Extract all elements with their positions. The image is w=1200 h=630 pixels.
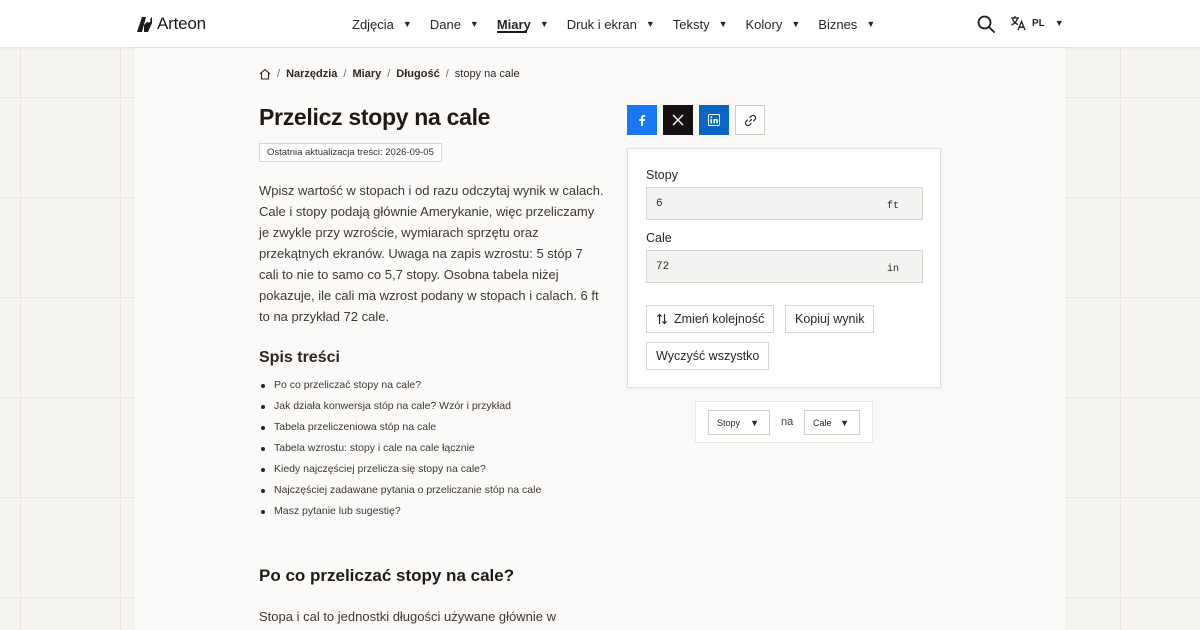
caret-down-icon: ▼: [791, 19, 801, 29]
nav-item-miary[interactable]: Miary ▼: [496, 0, 549, 48]
breadcrumb-separator: /: [387, 68, 391, 80]
breadcrumb: / Narzędzia / Miary / Długość / stopy na…: [259, 68, 520, 80]
caret-down-icon: ▼: [840, 417, 849, 428]
section-heading: Po co przeliczać stopy na cale?: [259, 566, 515, 585]
swap-order-button[interactable]: Zmień kolejność: [646, 305, 775, 333]
toc-item[interactable]: Kiedy najczęściej przelicza się stopy na…: [259, 459, 604, 480]
link-icon: [744, 114, 756, 126]
caret-down-icon: ▼: [750, 417, 759, 428]
section-paragraph: Stopa i cal to jednostki długości używan…: [259, 609, 557, 624]
swap-arrows-icon: [656, 313, 668, 325]
breadcrumb-item[interactable]: Długość: [396, 68, 439, 80]
nav-item-label: Miary: [496, 16, 531, 32]
translate-icon: [1011, 16, 1026, 31]
inches-unit-label: in: [886, 264, 899, 275]
toc-title: Spis treści: [259, 349, 340, 366]
inches-input[interactable]: 72 in: [646, 250, 923, 283]
nav-item-zdjecia[interactable]: Zdjęcia ▼: [352, 0, 412, 48]
caret-down-icon: ▼: [645, 19, 655, 29]
toc-item[interactable]: Tabela przeliczeniowa stóp na cale: [259, 417, 604, 438]
share-bar: [627, 105, 765, 135]
copy-result-button[interactable]: Kopiuj wynik: [785, 305, 875, 333]
linkedin-icon: [708, 114, 720, 126]
nav-item-kolory[interactable]: Kolory ▼: [746, 0, 801, 48]
caret-down-icon: ▼: [718, 19, 728, 29]
share-facebook-button[interactable]: [627, 105, 657, 135]
to-unit-select[interactable]: Cale ▼: [804, 410, 860, 435]
from-unit-select[interactable]: Stopy ▼: [708, 410, 770, 435]
content-card: / Narzędzia / Miary / Długość / stopy na…: [134, 48, 1066, 630]
share-linkedin-button[interactable]: [699, 105, 729, 135]
breadcrumb-separator: /: [343, 68, 347, 80]
intro-paragraph: Wpisz wartość w stopach i od razu odczyt…: [259, 183, 604, 324]
nav-item-label: Dane: [429, 16, 461, 32]
unit-selector-bar: Stopy ▼ na Cale ▼: [695, 401, 873, 443]
nav-item-teksty[interactable]: Teksty ▼: [673, 0, 728, 48]
facebook-icon: [639, 115, 646, 126]
home-icon[interactable]: [259, 68, 271, 80]
language-code: PL: [1032, 17, 1045, 29]
feet-input[interactable]: 6 ft: [646, 187, 923, 220]
toc-item[interactable]: Najczęściej zadawane pytania o przelicza…: [259, 480, 604, 501]
caret-down-icon: ▼: [539, 19, 549, 29]
table-of-contents: Po co przeliczać stopy na cale? Jak dzia…: [259, 375, 604, 522]
from-field-label: Stopy: [646, 168, 678, 182]
top-header: Arteon Zdjęcia ▼ Dane ▼ Miary ▼ Druk i e…: [0, 0, 1200, 48]
from-unit-value: Stopy: [717, 417, 741, 428]
nav-item-druk-i-ekran[interactable]: Druk i ekran ▼: [567, 0, 655, 48]
breadcrumb-separator: /: [277, 68, 281, 80]
to-field-label: Cale: [646, 231, 672, 245]
breadcrumb-item[interactable]: Narzędzia: [286, 68, 337, 80]
search-icon: [977, 15, 995, 33]
main-nav: Zdjęcia ▼ Dane ▼ Miary ▼ Druk i ekran ▼ …: [352, 0, 893, 48]
feet-input-value: 6: [656, 198, 663, 210]
unit-connector: na: [781, 416, 794, 428]
copy-result-label: Kopiuj wynik: [795, 312, 865, 326]
nav-item-label: Zdjęcia: [352, 16, 394, 32]
x-icon: [672, 114, 684, 126]
clear-all-label: Wyczyść wszystko: [656, 349, 760, 363]
inches-input-value: 72: [656, 261, 670, 273]
feet-unit-label: ft: [886, 201, 899, 212]
nav-item-label: Biznes: [818, 16, 858, 32]
search-button[interactable]: [976, 14, 996, 34]
toc-item[interactable]: Jak działa konwersja stóp na cale? Wzór …: [259, 396, 604, 417]
nav-item-label: Druk i ekran: [566, 16, 637, 32]
breadcrumb-current: stopy na cale: [454, 68, 520, 80]
brand-name: Arteon: [157, 14, 206, 33]
language-selector[interactable]: PL ▼: [1010, 15, 1064, 31]
nav-item-label: Teksty: [672, 16, 710, 32]
breadcrumb-separator: /: [445, 68, 449, 80]
toc-item[interactable]: Tabela wzrostu: stopy i cale na cale łąc…: [259, 438, 604, 459]
caret-down-icon: ▼: [469, 19, 479, 29]
brand-logo[interactable]: Arteon: [137, 14, 206, 34]
article-intro: Przelicz stopy na cale Ostatnia aktualiz…: [259, 104, 604, 522]
page-title: Przelicz stopy na cale: [259, 104, 491, 130]
brand-logo-icon: [137, 16, 152, 32]
converter-panel: Stopy 6 ft Cale 72 in Zmień kolejność Ko…: [627, 148, 941, 388]
nav-item-dane[interactable]: Dane ▼: [430, 0, 479, 48]
updated-badge: Ostatnia aktualizacja treści: 2026-09-05: [259, 143, 442, 162]
breadcrumb-item[interactable]: Miary: [352, 68, 381, 80]
caret-down-icon: ▼: [402, 19, 412, 29]
copy-link-button[interactable]: [735, 105, 765, 135]
toc-item[interactable]: Masz pytanie lub sugestię?: [259, 501, 604, 522]
caret-down-icon: ▼: [866, 19, 876, 29]
nav-item-biznes[interactable]: Biznes ▼: [818, 0, 875, 48]
share-x-button[interactable]: [663, 105, 693, 135]
caret-down-icon: ▼: [1054, 18, 1064, 28]
to-unit-value: Cale: [813, 417, 832, 428]
clear-all-button[interactable]: Wyczyść wszystko: [646, 342, 770, 370]
swap-order-label: Zmień kolejność: [674, 312, 765, 326]
toc-item[interactable]: Po co przeliczać stopy na cale?: [259, 375, 604, 396]
nav-item-label: Kolory: [745, 16, 783, 32]
